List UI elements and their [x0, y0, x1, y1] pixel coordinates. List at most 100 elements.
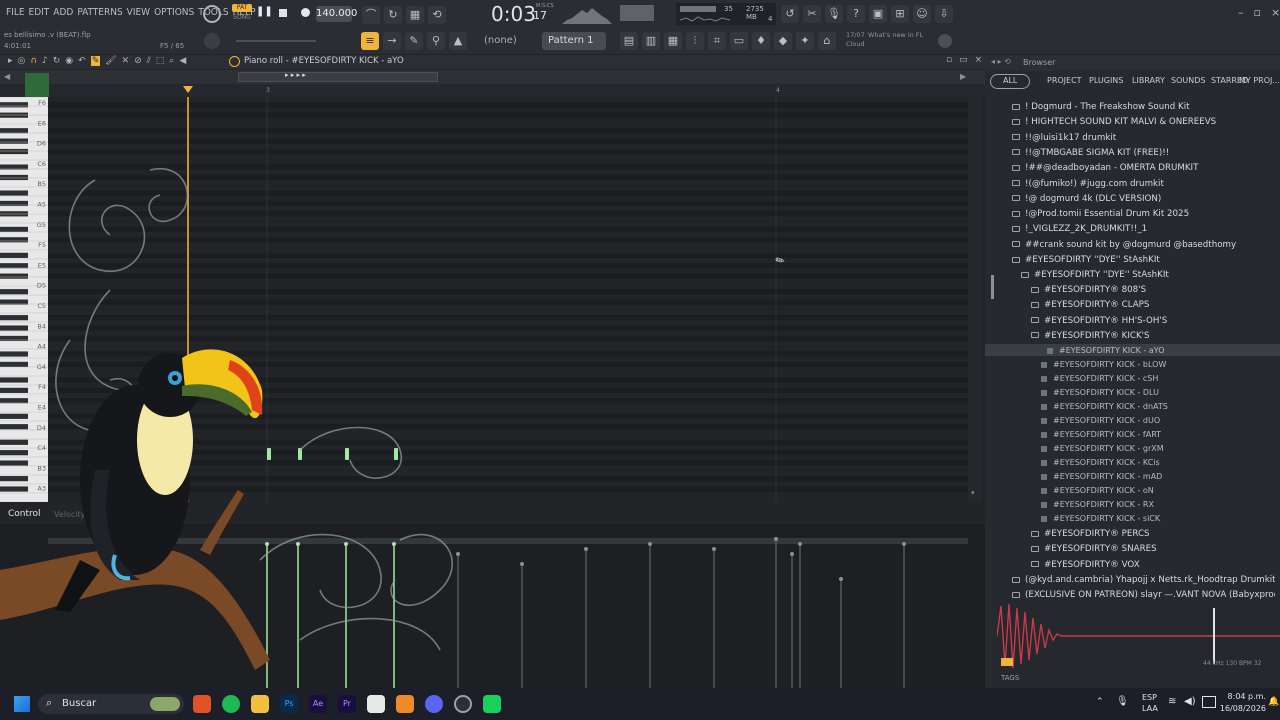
- bar-ruler[interactable]: 3 4: [0, 84, 985, 97]
- playlist-arrow-icon[interactable]: →: [383, 32, 401, 50]
- stamp-tool-icon[interactable]: ◉: [65, 56, 73, 66]
- undo-tool-icon[interactable]: ↶: [78, 56, 86, 66]
- piano-roll-icon[interactable]: ▦: [664, 32, 682, 50]
- fl-studio-icon[interactable]: [396, 695, 414, 713]
- brave-icon[interactable]: [193, 695, 211, 713]
- browser-folder[interactable]: #EYESOFDIRTY® SNARES: [1031, 544, 1275, 554]
- discord-icon[interactable]: [425, 695, 443, 713]
- record-note-icon[interactable]: ♪: [42, 56, 48, 66]
- typing-keyboard-icon[interactable]: ≡: [361, 32, 379, 50]
- files-icon[interactable]: ▭: [730, 32, 748, 50]
- velocity-handle[interactable]: [456, 552, 460, 556]
- note[interactable]: [298, 448, 302, 460]
- preview-play-icon[interactable]: [1001, 658, 1013, 666]
- black-key[interactable]: [0, 424, 28, 430]
- browser-sample[interactable]: #EYESOFDIRTY KICK - cSH: [1041, 374, 1275, 383]
- snap-icon[interactable]: ◎: [18, 56, 26, 66]
- tab-project[interactable]: PROJECT: [1047, 76, 1082, 85]
- github-icon[interactable]: [454, 695, 472, 713]
- browser-folder[interactable]: (@kyd.and.cambria) Yhapojj x Netts.rk_Ho…: [1012, 575, 1275, 585]
- velocity-handle[interactable]: [790, 552, 794, 556]
- master-volume-knob[interactable]: [204, 33, 220, 49]
- file-explorer-icon[interactable]: [251, 695, 269, 713]
- browser-folder[interactable]: (EXCLUSIVE ON PATREON) slayr —.VANT NOVA…: [1012, 590, 1275, 600]
- browser-sample[interactable]: #EYESOFDIRTY KICK - fART: [1041, 430, 1275, 439]
- black-key[interactable]: [0, 190, 28, 196]
- mic-icon[interactable]: 🎙: [825, 5, 843, 23]
- tempo-tap-icon[interactable]: ✦: [796, 32, 814, 50]
- master-pitch-slider[interactable]: [236, 40, 316, 42]
- stamp-icon[interactable]: ▲: [449, 32, 467, 50]
- black-key[interactable]: [0, 460, 28, 466]
- mic-tray-icon[interactable]: 🎙: [1116, 696, 1129, 707]
- step-edit-icon[interactable]: ▦: [406, 6, 424, 24]
- black-key[interactable]: [0, 486, 28, 492]
- velocity-handle[interactable]: [798, 542, 802, 546]
- stop-icon[interactable]: [279, 9, 287, 17]
- tab-all[interactable]: ALL: [1003, 76, 1017, 85]
- plugin-picker-icon[interactable]: ♦: [752, 32, 770, 50]
- black-key[interactable]: [0, 351, 28, 357]
- loop-record-icon[interactable]: ↻: [384, 6, 402, 24]
- zoom-tool-icon[interactable]: ⌕: [169, 56, 174, 66]
- velocity-handle[interactable]: [839, 577, 843, 581]
- tab-plugins[interactable]: PLUGINS: [1089, 76, 1123, 85]
- tab-library[interactable]: LIBRARY: [1132, 76, 1165, 85]
- playback-tool-icon[interactable]: ◀: [179, 56, 186, 66]
- menu-arrow-icon[interactable]: ▸: [8, 56, 13, 66]
- menu-edit[interactable]: EDIT: [29, 7, 50, 18]
- velocity-handle[interactable]: [774, 537, 778, 541]
- delete-tool-icon[interactable]: ✕: [122, 56, 130, 66]
- pencil-icon[interactable]: ✎: [405, 32, 423, 50]
- channel-preview-tile[interactable]: [25, 73, 49, 97]
- blend-notes-icon[interactable]: ⟲: [428, 6, 446, 24]
- black-key[interactable]: [0, 226, 28, 232]
- velocity-handle[interactable]: [648, 542, 652, 546]
- piano-keys-svg[interactable]: F6 E6 D6 C6 B5 A5 G5 F5 E5 D5 C5 B4 A4 G4 F4 E4 D4 C4 B3 A3: [0, 96, 48, 503]
- black-key[interactable]: [0, 387, 28, 393]
- browser-folder[interactable]: #EYESOFDIRTY® 808'S: [1031, 285, 1275, 295]
- browser-folder[interactable]: ! Dogmurd - The Freakshow Sound Kit: [1012, 102, 1275, 112]
- clock-time[interactable]: 8:04 p.m.: [1214, 692, 1266, 701]
- black-key[interactable]: [0, 325, 28, 331]
- paint-tool-icon[interactable]: 🖌: [105, 56, 116, 66]
- velocity-handle[interactable]: [712, 547, 716, 551]
- black-key[interactable]: [0, 148, 28, 155]
- black-key[interactable]: [0, 289, 28, 295]
- black-key[interactable]: [0, 413, 28, 419]
- piano-roll-ruler[interactable]: ◀ ▸ ▸ ▸ ▸ ▶: [0, 70, 985, 84]
- volume-icon[interactable]: ◀): [1184, 696, 1196, 707]
- browser-sample[interactable]: #EYESOFDIRTY KICK - oN: [1041, 486, 1275, 495]
- browser-folder[interactable]: !##@deadboyadan - OMERTA DRUMKIT: [1012, 163, 1275, 173]
- note[interactable]: [345, 448, 349, 460]
- velocity-handle[interactable]: [265, 542, 269, 546]
- piano-keyboard[interactable]: F6 E6 D6 C6 B5 A5 G5 F5 E5 D5 C5 B4 A4 G4 F4 E4 D4 C4 B3 A3: [0, 96, 48, 503]
- ruler-scroll-left-icon[interactable]: ◀: [4, 72, 10, 81]
- news-ticker[interactable]: What's new in FL Cloud: [846, 31, 931, 49]
- tags-label[interactable]: TAGS: [1001, 674, 1019, 682]
- close-icon[interactable]: ×: [1271, 6, 1280, 19]
- mute-tool-icon[interactable]: ⊘: [134, 56, 142, 66]
- black-key[interactable]: [0, 128, 28, 134]
- search-box[interactable]: ⌕ Buscar: [38, 694, 184, 714]
- piano-roll-close-icon[interactable]: ×: [975, 55, 983, 65]
- playhead-marker[interactable]: [183, 86, 193, 93]
- maximize-icon[interactable]: ▫: [1254, 6, 1261, 19]
- black-key[interactable]: [0, 263, 28, 269]
- clock-date[interactable]: 16/08/2026: [1214, 704, 1266, 713]
- scroll-down-icon[interactable]: ▾: [971, 489, 975, 497]
- browser-folder[interactable]: !_VIGLEZZ_2K_DRUMKIT!!_1: [1012, 224, 1275, 234]
- vertical-scrollbar[interactable]: ▾: [968, 97, 982, 502]
- black-key[interactable]: [0, 237, 28, 243]
- horizontal-scrollbar[interactable]: [238, 72, 438, 82]
- menu-file[interactable]: FILE: [6, 7, 25, 18]
- detach-icon[interactable]: ▫: [946, 55, 952, 65]
- black-key[interactable]: [0, 252, 28, 258]
- windows-start-icon[interactable]: [14, 696, 30, 712]
- browser-sample[interactable]: #EYESOFDIRTY KICK - aYO: [1047, 346, 1275, 355]
- draw-tool-icon[interactable]: ✎: [90, 56, 101, 66]
- browser-folder[interactable]: #EYESOFDIRTY® CLAPS: [1031, 300, 1275, 310]
- black-key[interactable]: [0, 377, 28, 383]
- browser-icon[interactable]: ⌗: [708, 32, 726, 50]
- undo-icon[interactable]: ↺: [781, 5, 799, 23]
